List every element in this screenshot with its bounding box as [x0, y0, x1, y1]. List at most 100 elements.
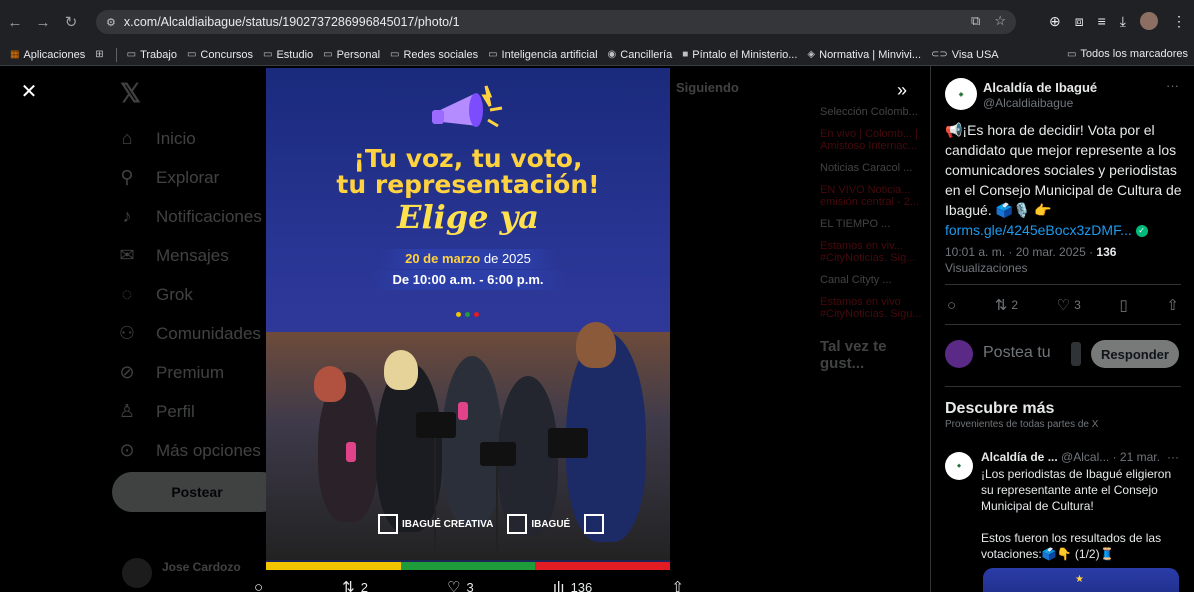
phone-prop — [458, 402, 468, 420]
folder-icon: ▭ — [390, 49, 400, 60]
pintalo-icon: ■ — [682, 49, 689, 60]
related-post-text: ¡Los periodistas de Ibagué eligieron su … — [981, 467, 1172, 561]
person-hair — [314, 366, 346, 402]
user-avatar — [945, 340, 973, 368]
reply-input[interactable]: Postea tu — [983, 344, 1051, 362]
cancilleria-icon: ◉ — [607, 49, 617, 60]
related-post-image[interactable]: ★ — [983, 568, 1179, 592]
author-avatar[interactable]: ◈ — [945, 78, 977, 110]
bookmark-icon: ▯ — [1119, 297, 1128, 314]
bg-nav-item: ⚇ Comunidades — [116, 314, 262, 353]
more-options-icon[interactable]: ··· — [1166, 78, 1179, 93]
reply-submit-button[interactable]: Responder — [1091, 340, 1179, 368]
bookmark-visa[interactable]: ⊂⊃ Visa USA — [931, 49, 999, 61]
discover-section: Descubre más Provenientes de todas parte… — [945, 400, 1098, 430]
bookmark-folder-concursos[interactable]: ▭ Concursos — [187, 49, 253, 61]
logo-ibague-creativa: IBAGUÉ CREATIVA — [378, 514, 493, 534]
logo-culture — [584, 514, 605, 534]
bg-following-tab: Siguiendo — [676, 80, 739, 95]
reading-list-icon[interactable]: ≡ — [1098, 13, 1106, 29]
bg-nav-item: ◌ Grok — [116, 275, 262, 314]
person-figure — [442, 356, 502, 526]
poster-headline: ¡Tu voz, tu voto, tu representación! — [336, 144, 600, 199]
retweet-icon: ⇅ — [342, 579, 355, 592]
bookmark-button[interactable]: ▯ — [1119, 296, 1127, 314]
bookmark-folder-ia[interactable]: ▭ Inteligencia artificial — [488, 49, 597, 61]
tab-groups-icon[interactable]: ⊞ — [95, 49, 107, 60]
share-button[interactable]: ⇧ — [1166, 296, 1179, 314]
bg-nav-item: ✉ Mensajes — [116, 236, 262, 275]
bookmark-star-icon[interactable]: ☆ — [994, 13, 1006, 29]
install-icon[interactable]: ⧉ — [971, 13, 980, 29]
scrollbar[interactable] — [1071, 342, 1081, 366]
megaphone-icon — [432, 85, 503, 128]
extension-plus-icon[interactable]: ⊕ — [1049, 13, 1061, 30]
camera-prop — [480, 442, 516, 466]
check-icon: ✓ — [1135, 225, 1148, 238]
bg-trend: Canal Cityty ... — [820, 274, 892, 286]
like-action[interactable]: ♡ 3 — [447, 578, 474, 592]
bg-trends: Selección Colomb... En vivo | Colomb... … — [820, 76, 930, 382]
bookmark-folder-trabajo[interactable]: ▭ Trabajo — [127, 49, 177, 61]
bg-nav-item: ⌂ Inicio — [116, 119, 262, 158]
extensions-puzzle-icon[interactable]: ⧈ — [1075, 13, 1084, 30]
bookmark-cancilleria[interactable]: ◉ Cancillería — [608, 49, 673, 61]
share-action[interactable]: ⇧ — [671, 578, 684, 592]
person-head — [576, 322, 616, 368]
url-text[interactable]: x.com/Alcaldiaibague/status/190273728699… — [124, 15, 460, 29]
media-image[interactable]: ¡Tu voz, tu voto, tu representación! Eli… — [266, 68, 670, 570]
chart-icon: ılı — [552, 578, 565, 592]
x-logo-icon: 𝕏 — [120, 78, 141, 108]
bookmark-folder-estudio[interactable]: ▭ Estudio — [263, 49, 313, 61]
bookmark-apps[interactable]: ▦ Aplicaciones — [10, 49, 85, 61]
views-action[interactable]: ılı 136 — [553, 578, 592, 592]
reply-button[interactable]: ○ — [947, 296, 956, 314]
bookmarks-bar: ▦ Aplicaciones ⊞ ▭ Trabajo ▭ Concursos ▭ Est… — [0, 44, 1194, 66]
bg-nav-item: ⊘ Premium — [116, 353, 262, 392]
bookmark-folder-personal[interactable]: ▭ Personal — [323, 49, 380, 61]
poster-logos: IBAGUÉ CREATIVA IBAGUÉ — [378, 514, 605, 534]
bookmark-pintalo[interactable]: ■ Píntalo el Ministerio... — [682, 49, 797, 61]
poster-script: Elige ya — [397, 198, 539, 236]
site-settings-icon[interactable]: ⚙ — [106, 16, 116, 29]
close-icon[interactable]: ✕ — [18, 80, 40, 103]
poster-color-stripe — [266, 562, 670, 570]
retweet-action[interactable]: ⇅ 2 — [342, 578, 368, 592]
forward-arrow-icon[interactable]: → — [30, 9, 56, 35]
share-icon: ⇧ — [671, 579, 684, 592]
heart-icon: ♡ — [447, 579, 461, 592]
bg-nav-item: ♙ Perfil — [116, 392, 262, 431]
home-icon: ⌂ — [121, 128, 133, 148]
all-bookmarks[interactable]: ▭ Todos los marcadores — [1067, 48, 1188, 60]
poster-date: 20 de marzo de 2025 — [378, 249, 558, 269]
menu-kebab-icon[interactable]: ⋮ — [1172, 13, 1186, 30]
retweet-button[interactable]: ⇅ 2 — [995, 296, 1018, 314]
background-nav: 𝕏 ⌂ Inicio ⚲ Explorar ♪ Notificaciones ✉ Men… — [116, 78, 262, 470]
reply-composer: Postea tu Responder — [945, 338, 1183, 370]
premium-icon: ⊘ — [119, 362, 135, 382]
more-options-icon[interactable]: ··· — [1167, 450, 1179, 464]
bookmark-folder-redes[interactable]: ▭ Redes sociales — [390, 49, 478, 61]
bg-suggestions-title: Tal vez te gust... — [820, 338, 887, 372]
person-hair — [384, 350, 418, 390]
like-button[interactable]: ♡ 3 — [1057, 296, 1081, 314]
reply-action[interactable]: ○ — [254, 578, 263, 592]
author-name[interactable]: Alcaldía de Ibagué — [983, 80, 1097, 95]
tweet-text: 📢¡Es hora de decidir! Vota por el candid… — [945, 122, 1182, 238]
reload-icon[interactable]: ↻ — [58, 9, 84, 35]
bg-trend: EN VIVO Noticia... emisión central - 2..… — [820, 184, 920, 208]
author-handle[interactable]: @Alcaldiaibague — [983, 96, 1073, 110]
communities-icon: ⚇ — [118, 323, 136, 343]
address-bar[interactable]: ⚙ x.com/Alcaldiaibague/status/1902737286… — [96, 10, 1016, 34]
collapse-panel-icon[interactable]: » — [897, 80, 907, 101]
profile-avatar[interactable] — [1140, 12, 1158, 30]
tweet-link[interactable]: forms.gle/4245eBocx3zDMF... — [945, 222, 1132, 238]
poster-time: De 10:00 a.m. - 6:00 p.m. — [370, 270, 566, 290]
download-icon[interactable]: ⤓ — [1120, 13, 1126, 30]
camera-prop — [548, 428, 588, 458]
bookmark-normativa[interactable]: ◈ Normativa | Minvivi... — [807, 49, 921, 61]
bg-user-avatar — [122, 558, 152, 588]
star-icon: ★ — [1075, 574, 1084, 585]
back-arrow-icon[interactable]: ← — [2, 9, 28, 35]
related-author-avatar[interactable]: ◈ — [945, 452, 973, 480]
